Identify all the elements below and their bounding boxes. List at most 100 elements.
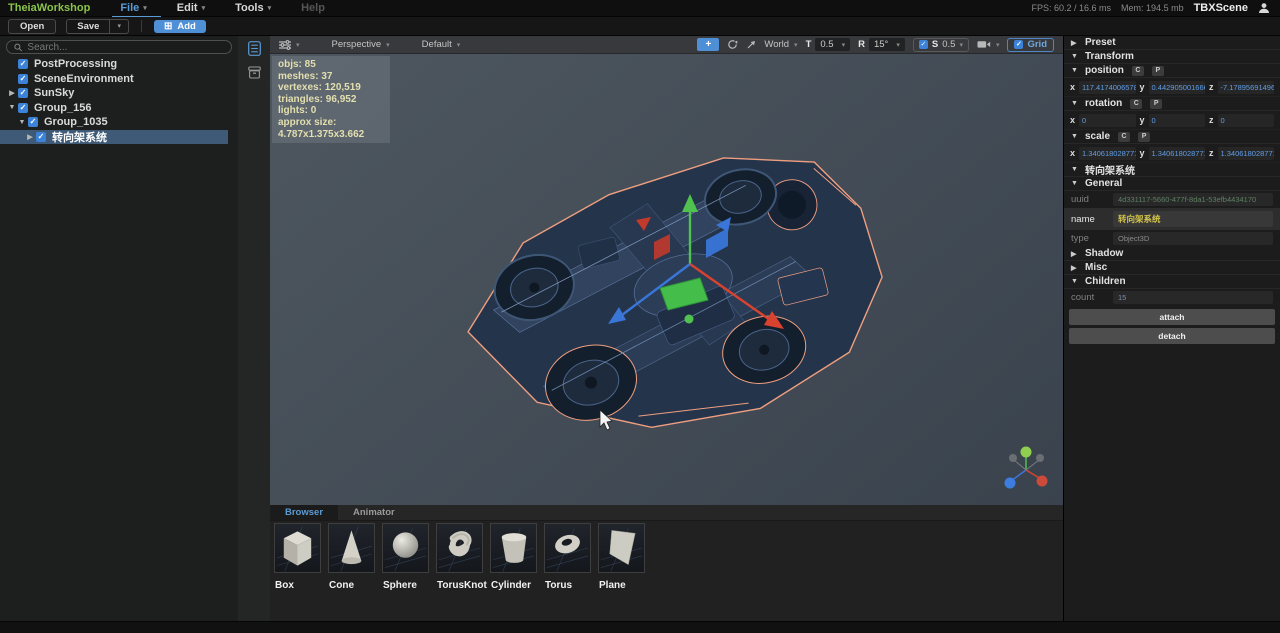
section-transform[interactable]: ▼ Transform bbox=[1064, 50, 1280, 64]
menu-edit[interactable]: Edit▾ bbox=[177, 2, 205, 14]
axis-orientation-gizmo[interactable] bbox=[1005, 447, 1048, 489]
scale-z-input[interactable]: 1.340618028771838 bbox=[1218, 147, 1274, 160]
search-box[interactable] bbox=[6, 40, 232, 54]
rotate-tool-icon[interactable] bbox=[727, 39, 738, 50]
save-button[interactable]: Save bbox=[67, 20, 109, 33]
paste-button[interactable]: P bbox=[1138, 132, 1150, 142]
section-position[interactable]: ▼ position C P bbox=[1064, 64, 1280, 78]
chevron-down-icon: ▾ bbox=[386, 41, 390, 49]
viewport-settings-dropdown[interactable]: ▾ bbox=[279, 40, 300, 50]
expand-arrow-icon[interactable]: ▶ bbox=[24, 133, 36, 141]
visibility-checkbox[interactable]: ✓ bbox=[18, 103, 28, 113]
chevron-down-icon: ▼ bbox=[1071, 67, 1079, 74]
section-scale[interactable]: ▼ scale C P bbox=[1064, 130, 1280, 144]
axis-y-sphere bbox=[1021, 447, 1032, 458]
visibility-checkbox[interactable]: ✓ bbox=[28, 117, 38, 127]
transform-space-dropdown[interactable]: World ▾ bbox=[764, 39, 797, 50]
menu-tools[interactable]: Tools▾ bbox=[235, 2, 271, 14]
visibility-checkbox[interactable]: ✓ bbox=[36, 132, 46, 142]
open-button[interactable]: Open bbox=[8, 19, 56, 34]
tab-browser[interactable]: Browser bbox=[270, 505, 338, 520]
tree-item-bogie-system[interactable]: ▶ ✓ 转向架系统 bbox=[0, 130, 228, 145]
name-row: name 转向架系统 bbox=[1064, 208, 1280, 230]
asset-card-torusknot[interactable]: TorusKnot bbox=[436, 523, 485, 591]
rotate-snap-dropdown[interactable]: 15° ▾ bbox=[869, 38, 905, 51]
asset-card-cone[interactable]: Cone bbox=[328, 523, 377, 591]
tree-item-sceneenvironment[interactable]: ✓ SceneEnvironment bbox=[0, 72, 238, 87]
asset-card-torus[interactable]: Torus bbox=[544, 523, 593, 591]
chevron-right-icon: ▶ bbox=[1071, 39, 1079, 47]
collapse-arrow-icon[interactable]: ▼ bbox=[16, 119, 28, 126]
copy-button[interactable]: C bbox=[1132, 66, 1144, 76]
section-preset[interactable]: ▶ Preset bbox=[1064, 36, 1280, 50]
detach-button[interactable]: detach bbox=[1069, 328, 1275, 344]
section-object[interactable]: ▼ 转向架系统 bbox=[1064, 163, 1280, 177]
move-tool-button[interactable]: + bbox=[697, 38, 719, 51]
chevron-down-icon: ▾ bbox=[143, 4, 147, 12]
render-mode-dropdown[interactable]: Default ▾ bbox=[422, 39, 461, 50]
viewport-toolbar: ▾ Perspective ▾ Default ▾ + World bbox=[270, 36, 1063, 54]
archive-panel-icon[interactable] bbox=[248, 66, 261, 79]
section-general[interactable]: ▼ General bbox=[1064, 177, 1280, 191]
collapse-arrow-icon[interactable]: ▼ bbox=[6, 104, 18, 111]
paste-button[interactable]: P bbox=[1150, 99, 1162, 109]
position-y-input[interactable]: 0.4429050016661803 bbox=[1149, 81, 1205, 94]
camera-options-dropdown[interactable]: ▾ bbox=[977, 40, 1000, 49]
inspector-panel: ▶ Preset ▼ Transform ▼ position C P x 11… bbox=[1063, 36, 1280, 621]
asset-card-cylinder[interactable]: Cylinder bbox=[490, 523, 539, 591]
rotation-y-input[interactable]: 0 bbox=[1149, 114, 1205, 127]
translate-snap-control: T 0.5 ▾ bbox=[806, 38, 851, 51]
asset-card-box[interactable]: Box bbox=[274, 523, 323, 591]
section-rotation[interactable]: ▼ rotation C P bbox=[1064, 97, 1280, 111]
visibility-checkbox[interactable]: ✓ bbox=[18, 88, 28, 98]
tab-animator[interactable]: Animator bbox=[338, 505, 410, 520]
fps-readout: FPS: 60.2 / 16.6 ms bbox=[1032, 3, 1112, 13]
visibility-checkbox[interactable]: ✓ bbox=[18, 74, 28, 84]
search-input[interactable] bbox=[27, 42, 224, 53]
camera-projection-dropdown[interactable]: Perspective ▾ bbox=[332, 39, 390, 50]
outline-panel-icon[interactable] bbox=[248, 41, 261, 56]
section-misc[interactable]: ▶ Misc bbox=[1064, 261, 1280, 275]
rotation-fields: x 0 y 0 z 0 bbox=[1064, 111, 1280, 130]
asset-card-plane[interactable]: Plane bbox=[598, 523, 647, 591]
box-thumbnail bbox=[274, 523, 321, 573]
chevron-down-icon: ▾ bbox=[794, 41, 798, 49]
copy-button[interactable]: C bbox=[1130, 99, 1142, 109]
viewport-canvas[interactable]: objs: 85 meshes: 37 vertexes: 120,519 tr… bbox=[270, 54, 1063, 505]
tree-item-postprocessing[interactable]: ✓ PostProcessing bbox=[0, 57, 238, 72]
position-x-input[interactable]: 117.41740065782245 bbox=[1079, 81, 1135, 94]
user-icon[interactable] bbox=[1258, 2, 1270, 14]
menu-help[interactable]: Help bbox=[301, 2, 325, 14]
chevron-down-icon: ▾ bbox=[896, 41, 900, 49]
chevron-right-icon: ▶ bbox=[1071, 250, 1079, 258]
scale-y-input[interactable]: 1.340618028771838 bbox=[1149, 147, 1205, 160]
tree-item-sunsky[interactable]: ▶ ✓ SunSky bbox=[0, 86, 238, 101]
stat-triangles: triangles: 96,952 bbox=[278, 94, 384, 106]
menu-file[interactable]: File▾ bbox=[120, 2, 146, 14]
section-children[interactable]: ▼ Children bbox=[1064, 275, 1280, 289]
tree-item-group-156[interactable]: ▼ ✓ Group_156 bbox=[0, 101, 238, 116]
scale-snap-control: ✓ S 0.5 ▾ bbox=[913, 38, 969, 52]
scale-snap-checkbox[interactable]: ✓ bbox=[919, 40, 928, 49]
copy-button[interactable]: C bbox=[1118, 132, 1130, 142]
scale-tool-icon[interactable] bbox=[746, 40, 756, 50]
stat-objs: objs: 85 bbox=[278, 59, 384, 71]
visibility-checkbox[interactable]: ✓ bbox=[18, 59, 28, 69]
section-shadow[interactable]: ▶ Shadow bbox=[1064, 247, 1280, 261]
position-z-input[interactable]: -7.178956914967597 bbox=[1218, 81, 1274, 94]
save-dropdown-button[interactable]: ▾ bbox=[110, 20, 128, 33]
grid-checkbox[interactable]: ✓ bbox=[1014, 40, 1023, 49]
cylinder-thumbnail bbox=[490, 523, 537, 573]
asset-card-sphere[interactable]: Sphere bbox=[382, 523, 431, 591]
attach-button[interactable]: attach bbox=[1069, 309, 1275, 325]
scale-x-input[interactable]: 1.340618028771838 bbox=[1079, 147, 1135, 160]
add-button[interactable]: ⊞ Add bbox=[154, 20, 206, 33]
name-field[interactable]: 转向架系统 bbox=[1113, 211, 1273, 227]
grid-toggle[interactable]: ✓ Grid bbox=[1007, 38, 1054, 52]
paste-button[interactable]: P bbox=[1152, 66, 1164, 76]
tree-item-group-1035[interactable]: ▼ ✓ Group_1035 bbox=[0, 115, 238, 130]
rotation-z-input[interactable]: 0 bbox=[1218, 114, 1274, 127]
expand-arrow-icon[interactable]: ▶ bbox=[6, 89, 18, 97]
rotation-x-input[interactable]: 0 bbox=[1079, 114, 1135, 127]
translate-snap-dropdown[interactable]: 0.5 ▾ bbox=[815, 38, 850, 51]
